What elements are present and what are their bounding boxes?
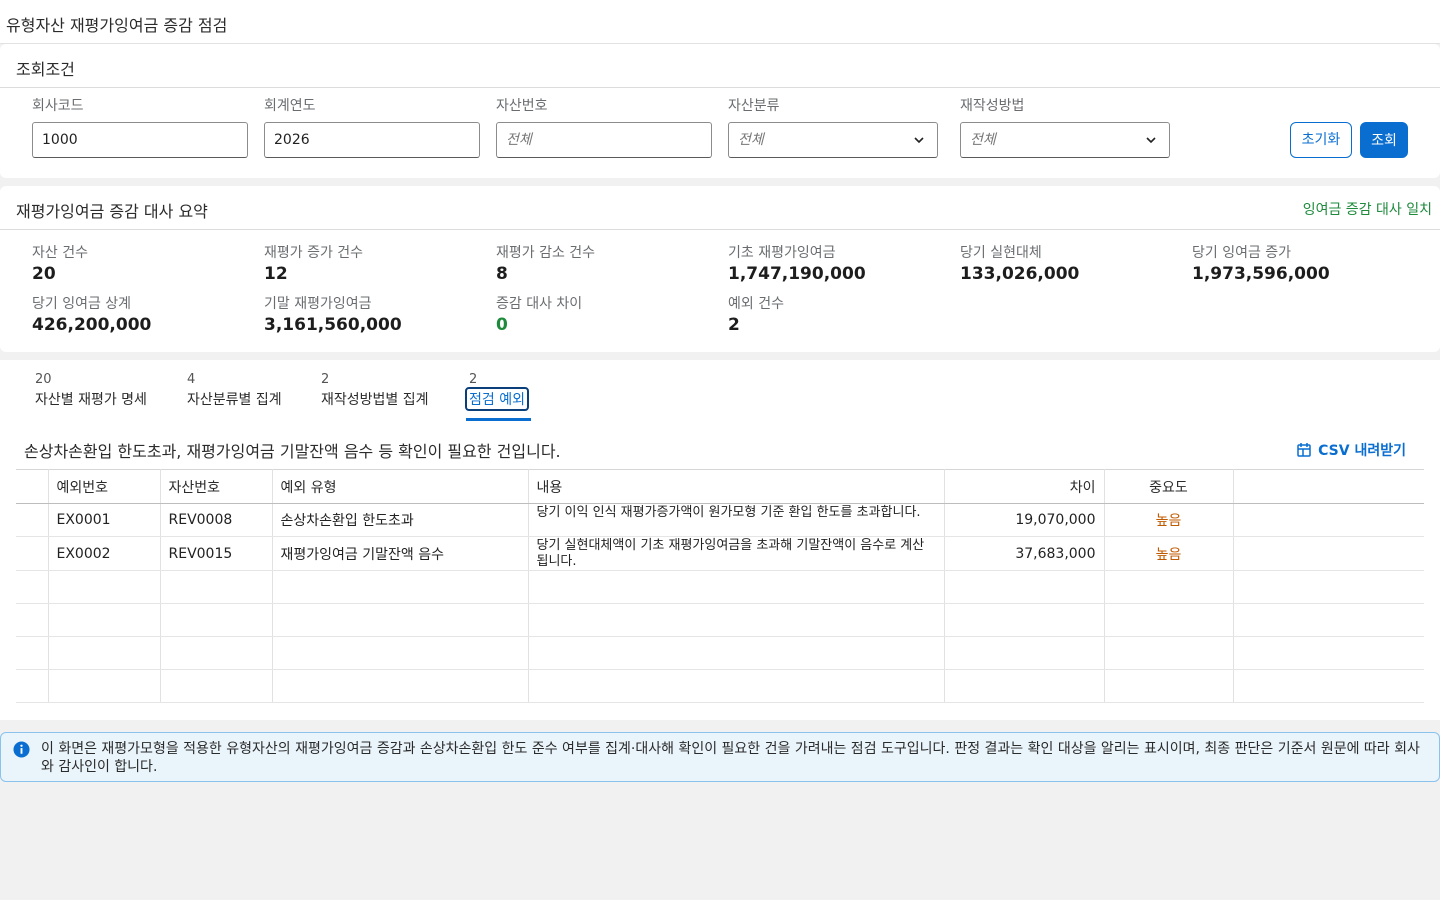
kpi-value: 426,200,000 <box>32 315 152 335</box>
tab-exceptions[interactable]: 2 점검 예외 <box>465 372 529 411</box>
summary-panel-title: 재평가잉여금 증감 대사 요약 <box>16 202 208 221</box>
search-panel: 조회조건 회사코드 1000 회계연도 2026 자산번호 전체 자산분류 전체… <box>0 44 1440 178</box>
kpi-value: 8 <box>496 264 508 284</box>
empty-row <box>16 636 1424 670</box>
column-header[interactable]: 예외번호 <box>48 469 161 504</box>
search-panel-title: 조회조건 <box>16 60 75 79</box>
severity-cell: 높음 <box>1104 536 1234 571</box>
company-code-label: 회사코드 <box>32 98 84 114</box>
exceptions-table: 예외번호 자산번호 예외 유형 내용 차이 중요도 EX0001 REV0008… <box>16 469 1424 703</box>
exception-id-cell: EX0002 <box>48 536 161 571</box>
active-tab-indicator <box>466 418 531 421</box>
exceptions-description: 손상차손환입 한도초과, 재평가잉여금 기말잔액 음수 등 확인이 필요한 건입… <box>24 442 561 461</box>
fiscal-year-label: 회계연도 <box>264 98 316 114</box>
tab-method-summary[interactable]: 2 재작성방법별 집계 <box>321 372 429 409</box>
info-text: 이 화면은 재평가모형을 적용한 유형자산의 재평가잉여금 증감과 손상차손환입… <box>41 741 1420 775</box>
tab-label: 점검 예외 <box>465 387 529 411</box>
kpi-label: 당기 잉여금 상계 <box>32 296 132 312</box>
column-header[interactable]: 중요도 <box>1104 469 1234 504</box>
select-column-header <box>16 469 49 504</box>
kpi-value: 1,747,190,000 <box>728 264 866 284</box>
spreadsheet-icon <box>1297 443 1311 457</box>
title-bar: 유형자산 재평가잉여금 증감 점검 <box>0 0 1440 44</box>
tab-count: 20 <box>35 372 52 387</box>
kpi-label: 증감 대사 차이 <box>496 296 583 312</box>
kpi-label: 당기 실현대체 <box>960 245 1042 261</box>
search-panel-header: 조회조건 <box>0 44 1440 88</box>
method-value: 전체 <box>970 132 996 148</box>
asset-class-label: 자산분류 <box>728 98 780 114</box>
tab-asset-detail[interactable]: 20 자산별 재평가 명세 <box>35 372 147 409</box>
csv-download-label: CSV 내려받기 <box>1318 443 1406 459</box>
asset-no-cell: REV0008 <box>160 503 273 537</box>
reset-button[interactable]: 초기화 <box>1290 122 1352 158</box>
empty-row <box>16 603 1424 637</box>
method-select[interactable]: 전체 <box>960 122 1170 158</box>
asset-class-value: 전체 <box>738 132 764 148</box>
empty-row <box>16 669 1424 703</box>
company-code-input[interactable]: 1000 <box>32 122 248 158</box>
content-cell: 당기 이익 인식 재평가증가액이 원가모형 기준 환입 한도를 초과합니다. <box>528 503 945 537</box>
empty-row <box>16 570 1424 604</box>
column-header[interactable]: 내용 <box>528 469 945 504</box>
kpi-label: 예외 건수 <box>728 296 784 312</box>
info-message: 이 화면은 재평가모형을 적용한 유형자산의 재평가잉여금 증감과 손상차손환입… <box>0 732 1440 782</box>
column-header[interactable]: 예외 유형 <box>272 469 529 504</box>
tab-class-summary[interactable]: 4 자산분류별 집계 <box>187 372 282 409</box>
tab-count: 4 <box>187 372 196 387</box>
table-row[interactable]: EX0002 REV0015 재평가잉여금 기말잔액 음수 당기 실현대체액이 … <box>16 536 1424 571</box>
kpi-value: 1,973,596,000 <box>1192 264 1330 284</box>
kpi-label: 기말 재평가잉여금 <box>264 296 372 312</box>
exceptions-panel: 손상차손환입 한도초과, 재평가잉여금 기말잔액 음수 등 확인이 필요한 건입… <box>16 426 1424 703</box>
summary-panel-header: 재평가잉여금 증감 대사 요약 잉여금 증감 대사 일치 <box>0 186 1440 230</box>
exception-type-cell: 재평가잉여금 기말잔액 음수 <box>272 536 529 571</box>
row-selector[interactable] <box>16 503 49 537</box>
kpi-value: 12 <box>264 264 288 284</box>
filler-column <box>1233 469 1424 504</box>
tab-label: 자산별 재평가 명세 <box>35 392 147 408</box>
kpi-value: 2 <box>728 315 740 335</box>
asset-no-label: 자산번호 <box>496 98 548 114</box>
table-header-row: 예외번호 자산번호 예외 유형 내용 차이 중요도 <box>16 469 1424 504</box>
summary-panel: 재평가잉여금 증감 대사 요약 잉여금 증감 대사 일치 자산 건수 20 재평… <box>0 186 1440 352</box>
fiscal-year-input[interactable]: 2026 <box>264 122 480 158</box>
kpi-label: 재평가 증가 건수 <box>264 245 364 261</box>
difference-cell: 19,070,000 <box>944 503 1105 537</box>
kpi-value: 0 <box>496 315 508 335</box>
exception-type-cell: 손상차손환입 한도초과 <box>272 503 529 537</box>
kpi-value: 20 <box>32 264 56 284</box>
reconciliation-status: 잉여금 증감 대사 일치 <box>1302 202 1432 218</box>
asset-class-select[interactable]: 전체 <box>728 122 938 158</box>
asset-no-input[interactable]: 전체 <box>496 122 712 158</box>
chevron-down-icon <box>1146 137 1156 144</box>
filler-cell <box>1233 503 1424 537</box>
kpi-value: 133,026,000 <box>960 264 1080 284</box>
difference-cell: 37,683,000 <box>944 536 1105 571</box>
column-header[interactable]: 차이 <box>944 469 1105 504</box>
method-label: 재작성방법 <box>960 98 1025 114</box>
kpi-value: 3,161,560,000 <box>264 315 402 335</box>
kpi-label: 당기 잉여금 증가 <box>1192 245 1292 261</box>
tab-count: 2 <box>321 372 330 387</box>
csv-download-button[interactable]: CSV 내려받기 <box>1296 440 1406 460</box>
info-icon <box>13 741 30 758</box>
severity-cell: 높음 <box>1104 503 1234 537</box>
asset-no-cell: REV0015 <box>160 536 273 571</box>
kpi-label: 재평가 감소 건수 <box>496 245 596 261</box>
row-selector[interactable] <box>16 536 49 571</box>
page-title: 유형자산 재평가잉여금 증감 점검 <box>6 16 228 35</box>
column-header[interactable]: 자산번호 <box>160 469 273 504</box>
tab-label: 재작성방법별 집계 <box>321 392 429 408</box>
kpi-label: 기초 재평가잉여금 <box>728 245 836 261</box>
chevron-down-icon <box>914 137 924 144</box>
kpi-label: 자산 건수 <box>32 245 88 261</box>
content-cell: 당기 실현대체액이 기초 재평가잉여금을 초과해 기말잔액이 음수로 계산됩니다… <box>528 536 945 571</box>
table-row[interactable]: EX0001 REV0008 손상차손환입 한도초과 당기 이익 인식 재평가증… <box>16 503 1424 537</box>
tab-count: 2 <box>469 372 478 387</box>
filler-cell <box>1233 536 1424 571</box>
search-button[interactable]: 조회 <box>1360 122 1408 158</box>
tab-label: 자산분류별 집계 <box>187 392 282 408</box>
exception-id-cell: EX0001 <box>48 503 161 537</box>
